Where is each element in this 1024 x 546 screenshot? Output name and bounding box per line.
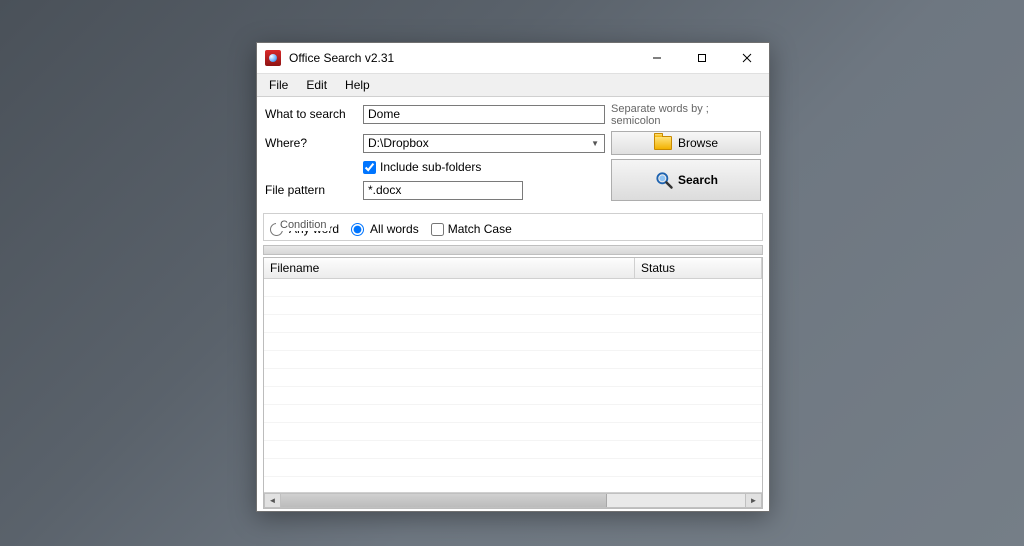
label-what-to-search: What to search (265, 107, 357, 121)
results-list: Filename Status ◄ ► (263, 257, 763, 509)
label-where: Where? (265, 136, 357, 150)
maximize-button[interactable] (679, 43, 724, 73)
horizontal-scrollbar[interactable]: ◄ ► (264, 492, 762, 508)
window-title: Office Search v2.31 (287, 51, 634, 65)
scroll-thumb[interactable] (281, 494, 607, 507)
search-text-input[interactable] (363, 105, 605, 124)
window-controls (634, 43, 769, 73)
all-words-input[interactable] (351, 223, 364, 236)
column-status[interactable]: Status (635, 258, 762, 278)
include-subfolders-checkbox[interactable]: Include sub-folders (363, 160, 605, 174)
scroll-right-button[interactable]: ► (745, 493, 762, 508)
include-subfolders-label: Include sub-folders (380, 160, 481, 174)
list-body[interactable] (264, 279, 762, 492)
app-icon (265, 50, 281, 66)
all-words-radio[interactable]: All words (351, 222, 419, 236)
where-path-combobox[interactable]: D:\Dropbox ▼ (363, 134, 605, 153)
search-button[interactable]: Search (611, 159, 761, 201)
search-form: What to search Separate words by ; semic… (257, 97, 769, 207)
search-button-label: Search (678, 173, 718, 187)
match-case-input[interactable] (431, 223, 444, 236)
match-case-checkbox[interactable]: Match Case (431, 222, 512, 236)
include-subfolders-input[interactable] (363, 161, 376, 174)
file-pattern-input[interactable] (363, 181, 523, 200)
scroll-track[interactable] (281, 493, 745, 508)
separator-bar (263, 245, 763, 255)
browse-button[interactable]: Browse (611, 131, 761, 155)
column-filename[interactable]: Filename (264, 258, 635, 278)
condition-group: Condition Any word All words Match Case (263, 213, 763, 241)
menu-edit[interactable]: Edit (298, 76, 335, 94)
label-file-pattern: File pattern (265, 183, 357, 197)
menu-help[interactable]: Help (337, 76, 378, 94)
menu-bar: File Edit Help (257, 74, 769, 97)
browse-label: Browse (678, 136, 718, 150)
match-case-label: Match Case (448, 222, 512, 236)
chevron-down-icon: ▼ (588, 139, 602, 148)
close-button[interactable] (724, 43, 769, 73)
where-path-value: D:\Dropbox (368, 136, 429, 150)
condition-legend: Condition (276, 219, 330, 231)
minimize-button[interactable] (634, 43, 679, 73)
scroll-left-button[interactable]: ◄ (264, 493, 281, 508)
app-window: Office Search v2.31 File Edit Help What … (256, 42, 770, 512)
titlebar: Office Search v2.31 (257, 43, 769, 74)
folder-icon (654, 136, 672, 150)
menu-file[interactable]: File (261, 76, 296, 94)
all-words-label: All words (370, 222, 419, 236)
magnifier-icon (654, 170, 674, 190)
semicolon-hint: Separate words by ; semicolon (611, 101, 761, 127)
list-header: Filename Status (264, 258, 762, 279)
